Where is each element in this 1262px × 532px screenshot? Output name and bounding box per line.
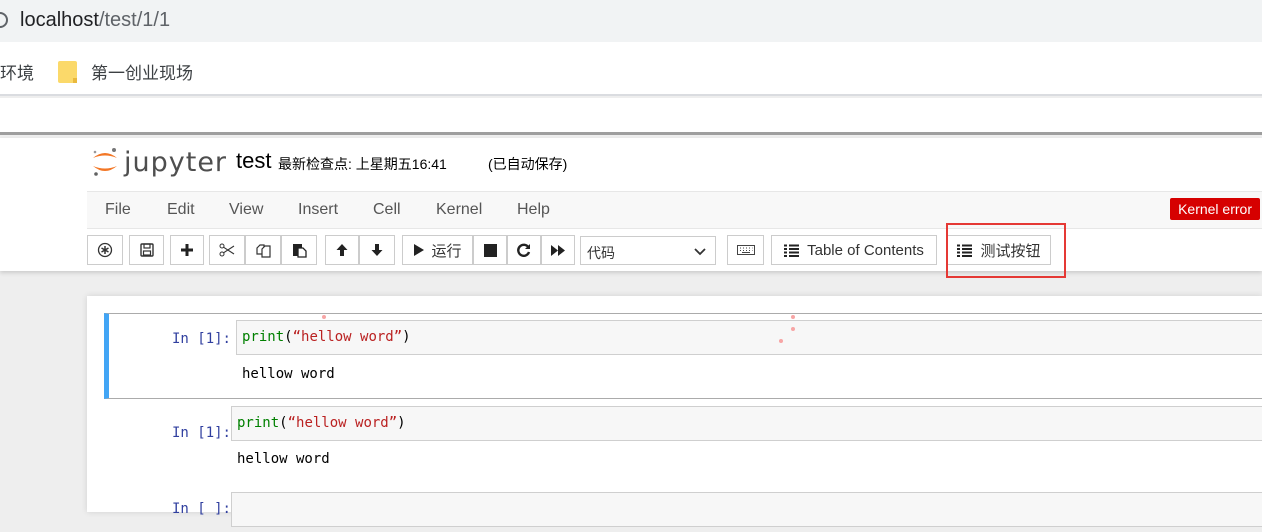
cell-prompt: In [1]: xyxy=(171,331,231,347)
page-top-strip xyxy=(0,98,1262,135)
menu-kernel[interactable]: Kernel xyxy=(436,201,482,219)
run-label: 运行 xyxy=(431,242,462,260)
autosave-status: (已自动保存) xyxy=(488,156,568,172)
interrupt-kernel-button[interactable] xyxy=(473,235,507,265)
url-host: localhost xyxy=(20,9,99,31)
code-paren: ( xyxy=(279,415,288,431)
bookmark-folder[interactable]: 第一创业现场 xyxy=(58,59,193,84)
play-icon xyxy=(414,244,425,256)
copy-icon xyxy=(255,243,271,258)
paste-icon xyxy=(292,243,307,258)
bookmarks-bar: 环境 第一创业现场 xyxy=(0,42,1262,96)
toc-label: Table of Contents xyxy=(807,241,924,259)
stop-icon xyxy=(483,243,497,257)
chevron-down-icon xyxy=(694,248,706,256)
jupyter-header: jupyter test 最新检查点: 上星期五16:41 (已自动保存) Fi… xyxy=(0,138,1262,271)
artifact-dot xyxy=(791,315,795,319)
code-cell[interactable]: In [1]: print(“hellow word”) hellow word xyxy=(104,406,1262,486)
cell-input[interactable] xyxy=(231,492,1262,527)
restart-icon xyxy=(517,243,531,257)
menu-edit[interactable]: Edit xyxy=(167,201,195,219)
url-text[interactable]: localhost/test/1/1 xyxy=(20,9,170,32)
cell-type-value: 代码 xyxy=(587,245,615,261)
cell-input[interactable]: print(“hellow word”) xyxy=(236,320,1262,355)
copy-button[interactable] xyxy=(245,235,281,265)
menu-view[interactable]: View xyxy=(229,201,263,219)
menu-bar: File Edit View Insert Cell Kernel Help K… xyxy=(87,191,1262,229)
cell-input[interactable]: print(“hellow word”) xyxy=(231,406,1262,441)
cell-output: hellow word xyxy=(237,451,330,467)
menu-file[interactable]: File xyxy=(105,201,131,219)
site-info-icon[interactable] xyxy=(0,12,8,28)
jupyter-logo[interactable]: jupyter xyxy=(90,144,227,180)
jupyter-logo-icon xyxy=(90,144,120,180)
keyboard-cmd-icon xyxy=(97,242,113,258)
bookmark-item[interactable]: 环境 xyxy=(0,59,34,84)
code-cell[interactable]: In [ ]: xyxy=(104,492,1262,532)
save-icon xyxy=(139,243,154,257)
annotation-highlight-box xyxy=(946,223,1066,278)
code-cell[interactable]: In [1]: print(“hellow word”) hellow word xyxy=(104,313,1262,399)
kernel-status-badge[interactable]: Kernel error xyxy=(1170,198,1260,220)
artifact-dot xyxy=(791,327,795,331)
code-string: “hellow word” xyxy=(287,415,398,431)
paste-button[interactable] xyxy=(281,235,317,265)
code-paren: ) xyxy=(402,329,411,345)
artifact-dot xyxy=(322,315,326,319)
folder-icon xyxy=(58,60,77,83)
jupyter-logo-text: jupyter xyxy=(124,146,228,178)
arrow-up-icon xyxy=(336,244,348,256)
restart-kernel-button[interactable] xyxy=(507,235,541,265)
code-paren: ( xyxy=(284,329,293,345)
save-button[interactable] xyxy=(129,235,164,265)
menu-cell[interactable]: Cell xyxy=(373,201,401,219)
cell-prompt: In [ ]: xyxy=(171,501,231,517)
run-button[interactable]: 运行 xyxy=(402,235,473,265)
notebook-container: In [1]: print(“hellow word”) hellow word… xyxy=(87,296,1262,527)
menu-help[interactable]: Help xyxy=(517,201,550,219)
browser-address-bar[interactable]: localhost/test/1/1 xyxy=(0,0,1262,42)
cut-button[interactable] xyxy=(209,235,245,265)
notebook-title[interactable]: test xyxy=(236,148,271,174)
menu-insert[interactable]: Insert xyxy=(298,201,338,219)
artifact-dot xyxy=(779,339,783,343)
cell-type-select[interactable]: 代码 xyxy=(580,236,716,265)
fast-forward-icon xyxy=(551,244,565,256)
cell-output: hellow word xyxy=(242,366,335,382)
table-of-contents-button[interactable]: Table of Contents xyxy=(771,235,937,265)
keyboard-icon xyxy=(736,245,755,255)
code-paren: ) xyxy=(397,415,406,431)
code-function: print xyxy=(237,415,280,431)
code-string: “hellow word” xyxy=(292,329,403,345)
checkpoint-status: 最新检查点: 上星期五16:41 xyxy=(278,156,447,172)
restart-run-all-button[interactable] xyxy=(541,235,575,265)
move-down-button[interactable] xyxy=(359,235,395,265)
plus-icon xyxy=(181,244,193,256)
code-function: print xyxy=(242,329,285,345)
cell-prompt: In [1]: xyxy=(171,425,231,441)
keyboard-shortcuts-button[interactable] xyxy=(727,235,764,265)
command-palette-button[interactable] xyxy=(87,235,123,265)
bookmark-folder-label: 第一创业现场 xyxy=(91,64,193,83)
move-up-button[interactable] xyxy=(325,235,359,265)
url-path: /test/1/1 xyxy=(98,9,171,31)
arrow-down-icon xyxy=(371,244,383,256)
scissors-icon xyxy=(219,243,235,257)
insert-cell-button[interactable] xyxy=(170,235,204,265)
list-icon xyxy=(784,244,800,257)
